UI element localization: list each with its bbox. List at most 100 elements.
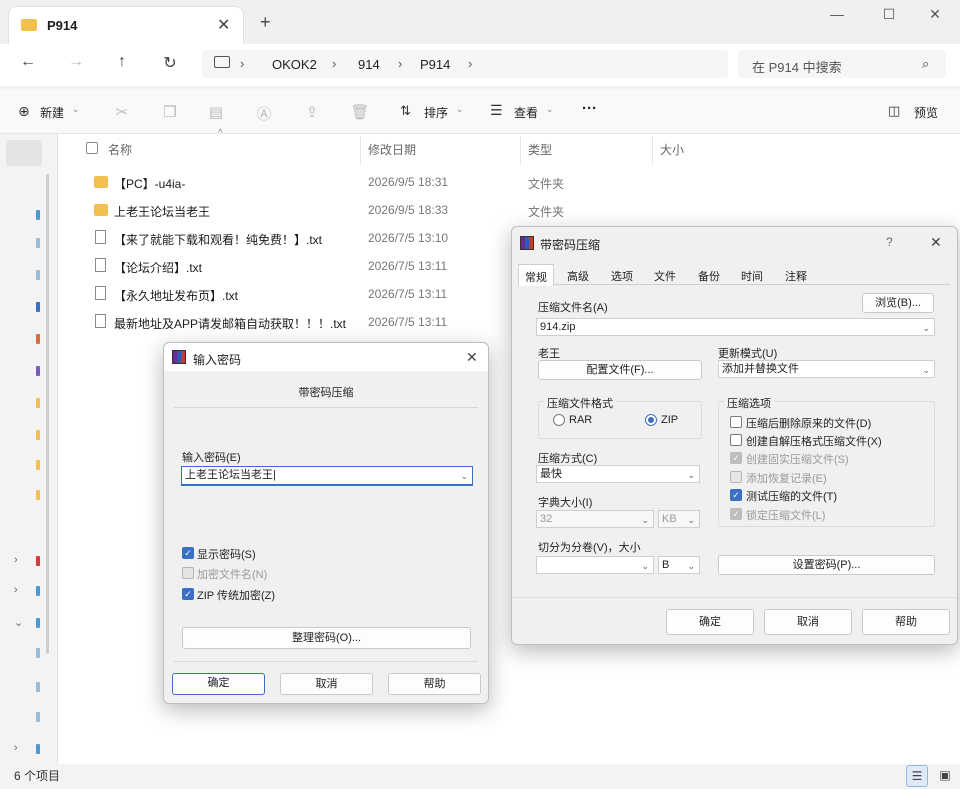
nav-item[interactable] xyxy=(36,302,40,312)
solid-checkbox[interactable]: ✓ xyxy=(730,452,742,464)
back-button[interactable]: ← xyxy=(16,53,40,71)
tab-files[interactable]: 文件 xyxy=(654,268,676,284)
ok-button[interactable]: 确定 xyxy=(666,609,754,635)
view-button[interactable]: 查看 xyxy=(514,104,538,121)
nav-item[interactable] xyxy=(36,744,40,754)
tab-general[interactable]: 常规 xyxy=(518,264,554,286)
tab-time[interactable]: 时间 xyxy=(741,268,763,284)
table-row[interactable]: 【PC】-u4ia- 2026/9/5 18:31 文件夹 xyxy=(94,172,594,194)
close-window-button[interactable]: ✕ xyxy=(920,6,950,23)
split-size-select[interactable]: ⌄ xyxy=(536,556,654,574)
maximize-button[interactable]: ☐ xyxy=(874,6,904,23)
select-all-checkbox[interactable] xyxy=(86,142,98,154)
tab-p914[interactable]: P914 ✕ xyxy=(8,6,244,44)
refresh-button[interactable]: ↻ xyxy=(158,53,182,73)
table-row[interactable]: 【永久地址发布页】.txt 2026/7/5 13:11 xyxy=(94,284,514,306)
set-password-button[interactable]: 设置密码(P)... xyxy=(718,555,935,575)
close-icon[interactable]: ✕ xyxy=(466,349,478,366)
breadcrumb-p914[interactable]: P914 xyxy=(420,57,450,72)
nav-item[interactable] xyxy=(36,556,40,566)
archive-name-field[interactable]: 914.zip ⌄ xyxy=(536,318,935,336)
close-icon[interactable]: ✕ xyxy=(930,234,942,251)
table-row[interactable]: 【来了就能下载和观看！纯免费！】.txt 2026/7/5 13:10 xyxy=(94,228,514,250)
share-icon[interactable]: ⇪ xyxy=(302,103,322,121)
search-box[interactable]: 在 P914 中搜索 ⌕ xyxy=(738,50,946,78)
breadcrumb-okok2[interactable]: OKOK2 xyxy=(272,57,317,72)
column-header-size[interactable]: 大小 xyxy=(660,141,684,158)
chevron-right-icon[interactable]: › xyxy=(14,584,18,596)
copy-icon[interactable]: ❐ xyxy=(160,103,180,121)
show-password-checkbox[interactable]: ✓ xyxy=(182,547,194,559)
table-row[interactable]: 【论坛介绍】.txt 2026/7/5 13:11 xyxy=(94,256,514,278)
browse-button[interactable]: 浏览(B)... xyxy=(862,293,934,313)
dictionary-unit-select[interactable]: KB ⌄ xyxy=(658,510,700,528)
update-mode-select[interactable]: 添加并替换文件 ⌄ xyxy=(718,360,935,378)
column-separator[interactable] xyxy=(652,136,653,164)
lock-archive-checkbox[interactable]: ✓ xyxy=(730,508,742,520)
method-select[interactable]: 最快 ⌄ xyxy=(536,465,700,483)
table-row[interactable]: 最新地址及APP请发邮箱自动获取！！！.txt 2026/7/5 13:11 xyxy=(94,312,514,334)
password-field[interactable]: 上老王论坛当老王| ⌄ xyxy=(181,466,473,486)
cancel-button[interactable]: 取消 xyxy=(280,673,373,695)
up-button[interactable]: ↑ xyxy=(110,53,134,71)
column-separator[interactable] xyxy=(360,136,361,164)
cut-icon[interactable]: ✂ xyxy=(112,103,132,121)
table-row[interactable]: 上老王论坛当老王 2026/9/5 18:33 文件夹 xyxy=(94,200,594,222)
format-rar-radio[interactable] xyxy=(553,414,565,426)
chevron-down-icon[interactable]: ⌄ xyxy=(14,616,23,629)
cancel-button[interactable]: 取消 xyxy=(764,609,852,635)
column-header-modified[interactable]: 修改日期 xyxy=(368,141,416,158)
nav-scrollbar[interactable] xyxy=(46,174,49,654)
nav-item[interactable] xyxy=(36,618,40,628)
recovery-record-checkbox[interactable] xyxy=(730,471,742,483)
more-options-button[interactable]: ··· xyxy=(582,100,597,117)
format-zip-radio[interactable] xyxy=(645,414,657,426)
forward-button[interactable]: → xyxy=(64,53,88,71)
nav-item[interactable] xyxy=(36,334,40,344)
delete-icon[interactable]: 🗑 xyxy=(350,103,370,121)
sfx-checkbox[interactable] xyxy=(730,434,742,446)
search-input[interactable]: 在 P914 中搜索 xyxy=(752,57,842,76)
nav-selected-item[interactable] xyxy=(6,140,42,166)
nav-item[interactable] xyxy=(36,210,40,220)
nav-item[interactable] xyxy=(36,460,40,470)
tab-advanced[interactable]: 高级 xyxy=(567,268,589,284)
nav-item[interactable] xyxy=(36,648,40,658)
help-icon[interactable]: ? xyxy=(886,235,893,249)
sort-button[interactable]: 排序 xyxy=(424,104,448,121)
tab-options[interactable]: 选项 xyxy=(611,268,633,284)
profiles-button[interactable]: 配置文件(F)... xyxy=(538,360,702,380)
test-files-checkbox[interactable]: ✓ xyxy=(730,489,742,501)
rename-icon[interactable]: Ⓐ xyxy=(254,103,274,124)
minimize-button[interactable]: — xyxy=(822,6,852,22)
breadcrumb-914[interactable]: 914 xyxy=(358,57,380,72)
nav-item[interactable] xyxy=(36,712,40,722)
paste-icon[interactable]: ▤ xyxy=(206,103,226,121)
tab-comment[interactable]: 注释 xyxy=(785,268,807,284)
help-button[interactable]: 帮助 xyxy=(388,673,481,695)
encrypt-names-checkbox[interactable] xyxy=(182,567,194,579)
chevron-right-icon[interactable]: › xyxy=(14,742,18,754)
nav-item[interactable] xyxy=(36,238,40,248)
dictionary-select[interactable]: 32 ⌄ xyxy=(536,510,654,528)
delete-after-checkbox[interactable] xyxy=(730,416,742,428)
nav-item[interactable] xyxy=(36,586,40,596)
organize-passwords-button[interactable]: 整理密码(O)... xyxy=(182,627,471,649)
ok-button[interactable]: 确定 xyxy=(172,673,265,695)
tiles-view-icon[interactable]: ▣ xyxy=(934,765,956,787)
nav-item[interactable] xyxy=(36,366,40,376)
close-tab-icon[interactable]: ✕ xyxy=(217,15,230,35)
nav-item[interactable] xyxy=(36,270,40,280)
zip-legacy-checkbox[interactable]: ✓ xyxy=(182,588,194,600)
nav-item[interactable] xyxy=(36,430,40,440)
split-unit-select[interactable]: B ⌄ xyxy=(658,556,700,574)
tab-backup[interactable]: 备份 xyxy=(698,268,720,284)
preview-button[interactable]: 预览 xyxy=(914,104,938,121)
nav-item[interactable] xyxy=(36,490,40,500)
details-view-icon[interactable]: ☰ xyxy=(906,765,928,787)
nav-item[interactable] xyxy=(36,682,40,692)
help-button[interactable]: 帮助 xyxy=(862,609,950,635)
column-header-type[interactable]: 类型 xyxy=(528,141,552,158)
new-tab-button[interactable]: + xyxy=(260,12,271,33)
chevron-right-icon[interactable]: › xyxy=(14,554,18,566)
